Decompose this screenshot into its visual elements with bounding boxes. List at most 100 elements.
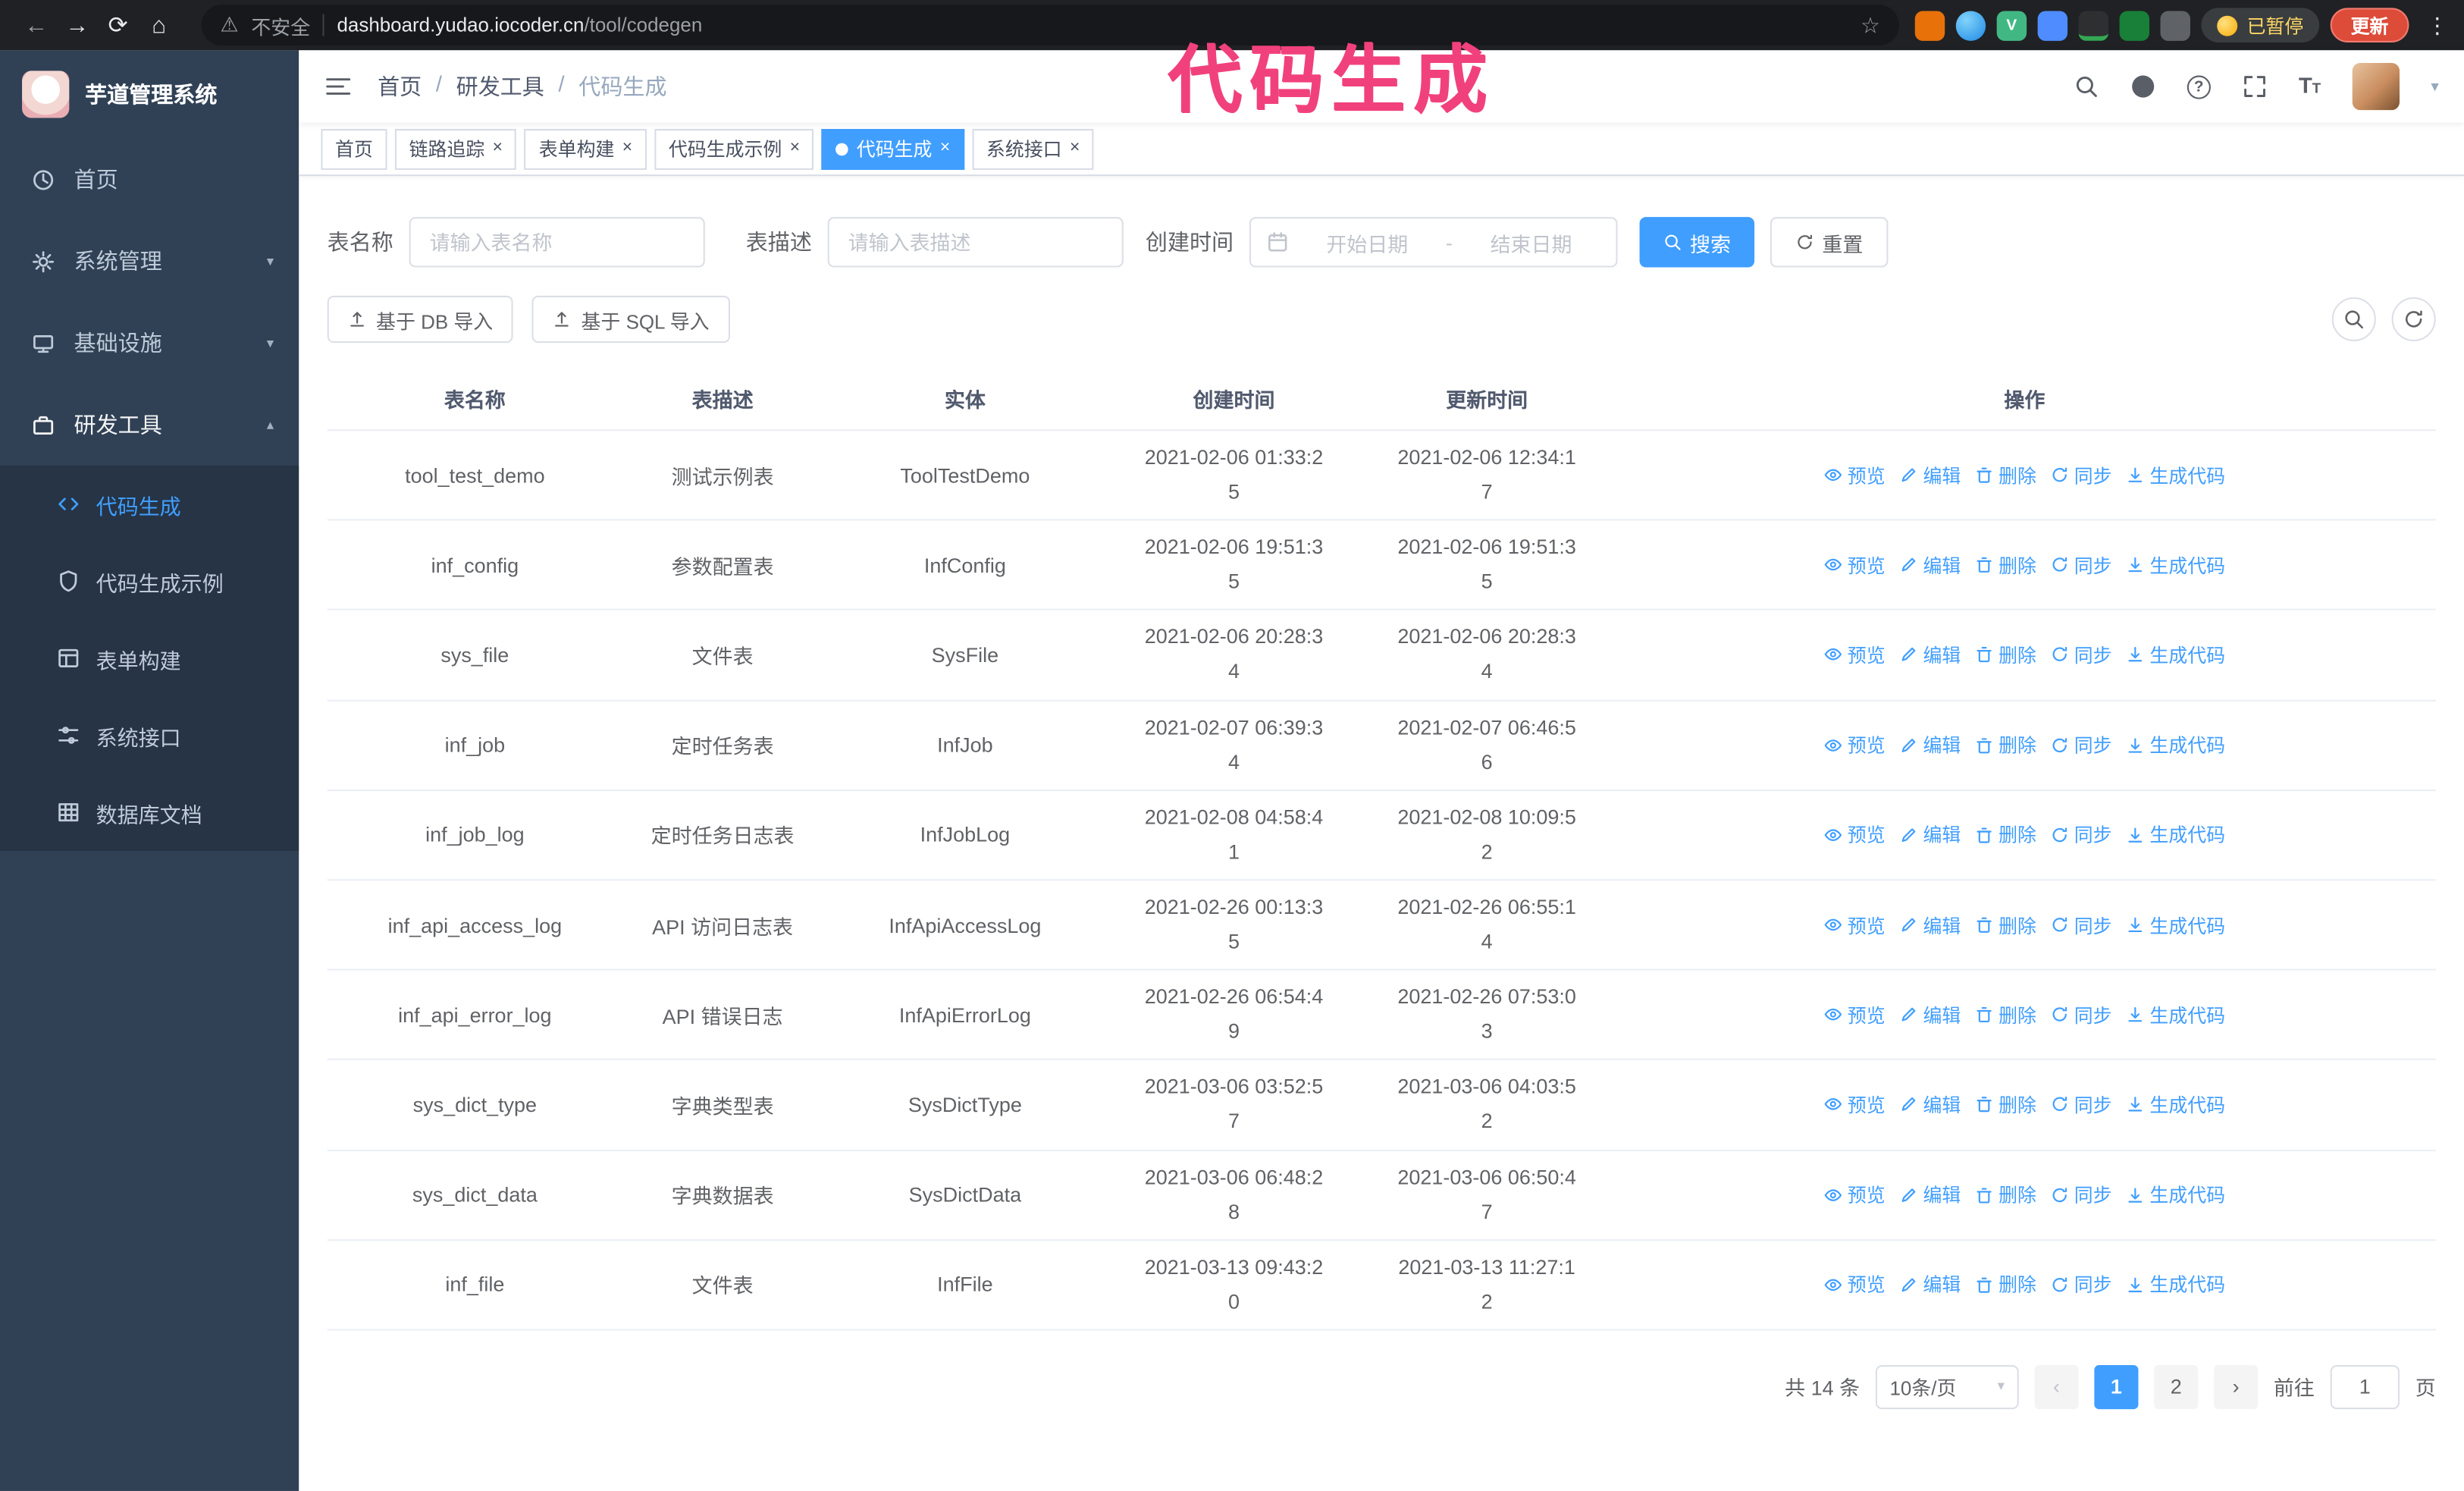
- table-desc-input[interactable]: [827, 217, 1124, 268]
- search-button[interactable]: 搜索: [1639, 217, 1755, 268]
- breadcrumb-dev-tools[interactable]: 研发工具: [456, 71, 544, 102]
- edit-link[interactable]: 编辑: [1899, 1271, 1961, 1298]
- caret-down-icon[interactable]: ▾: [2431, 78, 2438, 96]
- generate-code-link[interactable]: 生成代码: [2126, 1182, 2225, 1208]
- preview-link[interactable]: 预览: [1824, 821, 1886, 848]
- extension-icon[interactable]: [1955, 10, 1986, 40]
- github-icon[interactable]: [2130, 74, 2155, 99]
- back-icon[interactable]: ←: [16, 12, 57, 39]
- generate-code-link[interactable]: 生成代码: [2126, 1271, 2225, 1298]
- font-size-icon[interactable]: TT: [2299, 72, 2321, 100]
- sync-link[interactable]: 同步: [2051, 1182, 2112, 1208]
- sync-link[interactable]: 同步: [2051, 462, 2112, 488]
- search-icon[interactable]: [2074, 74, 2099, 99]
- sync-link[interactable]: 同步: [2051, 912, 2112, 938]
- forward-icon[interactable]: →: [57, 12, 98, 39]
- import-sql-button[interactable]: 基于 SQL 导入: [532, 295, 730, 344]
- sidebar-item-infrastructure[interactable]: 基础设施 ▾: [0, 302, 299, 384]
- edit-link[interactable]: 编辑: [1899, 1001, 1961, 1028]
- reload-icon[interactable]: ⟳: [98, 11, 139, 39]
- extension-icon[interactable]: [2160, 10, 2190, 40]
- edit-link[interactable]: 编辑: [1899, 912, 1961, 938]
- sidebar-item-db-docs[interactable]: 数据库文档: [0, 774, 299, 851]
- tab-codegen[interactable]: 代码生成 ×: [822, 128, 964, 169]
- url-bar[interactable]: ⚠ 不安全 dashboard.yudao.iocoder.cn/tool/co…: [201, 5, 1899, 46]
- delete-link[interactable]: 删除: [1975, 732, 2036, 758]
- tab-form-builder[interactable]: 表单构建 ×: [525, 128, 647, 169]
- edit-link[interactable]: 编辑: [1899, 1182, 1961, 1208]
- browser-menu-icon[interactable]: ⋮: [2426, 12, 2448, 39]
- tab-codegen-example[interactable]: 代码生成示例 ×: [654, 128, 814, 169]
- extension-icon[interactable]: [2037, 10, 2068, 40]
- generate-code-link[interactable]: 生成代码: [2126, 462, 2225, 488]
- delete-link[interactable]: 删除: [1975, 1001, 2036, 1028]
- extension-icon[interactable]: [2119, 10, 2149, 40]
- sidebar-item-system[interactable]: 系统管理 ▾: [0, 220, 299, 302]
- sidebar-item-codegen[interactable]: 代码生成: [0, 466, 299, 543]
- page-button-1[interactable]: 1: [2094, 1364, 2139, 1409]
- sidebar-item-system-api[interactable]: 系统接口: [0, 697, 299, 774]
- browser-update-button[interactable]: 更新: [2330, 8, 2409, 42]
- edit-link[interactable]: 编辑: [1899, 821, 1961, 848]
- page-button-2[interactable]: 2: [2154, 1364, 2199, 1409]
- date-range-picker[interactable]: 开始日期 - 结束日期: [1249, 217, 1618, 268]
- extension-icon[interactable]: [1914, 10, 1945, 40]
- tab-trace[interactable]: 链路追踪 ×: [394, 128, 517, 169]
- generate-code-link[interactable]: 生成代码: [2126, 1001, 2225, 1028]
- sync-link[interactable]: 同步: [2051, 1271, 2112, 1298]
- edit-link[interactable]: 编辑: [1899, 642, 1961, 668]
- delete-link[interactable]: 删除: [1975, 821, 2036, 848]
- generate-code-link[interactable]: 生成代码: [2126, 642, 2225, 668]
- sync-link[interactable]: 同步: [2051, 732, 2112, 758]
- tab-system-api[interactable]: 系统接口 ×: [972, 128, 1094, 169]
- refresh-table-button[interactable]: [2391, 297, 2436, 342]
- page-size-select[interactable]: 10条/页 ▾: [1875, 1364, 2019, 1409]
- generate-code-link[interactable]: 生成代码: [2126, 732, 2225, 758]
- preview-link[interactable]: 预览: [1824, 462, 1886, 488]
- generate-code-link[interactable]: 生成代码: [2126, 1091, 2225, 1118]
- sync-link[interactable]: 同步: [2051, 1001, 2112, 1028]
- edit-link[interactable]: 编辑: [1899, 551, 1961, 578]
- sync-link[interactable]: 同步: [2051, 821, 2112, 848]
- hamburger-icon[interactable]: [324, 72, 353, 100]
- user-avatar[interactable]: [2352, 62, 2400, 111]
- preview-link[interactable]: 预览: [1824, 1182, 1886, 1208]
- vue-devtools-icon[interactable]: V: [1996, 10, 2027, 40]
- preview-link[interactable]: 预览: [1824, 1271, 1886, 1298]
- close-icon[interactable]: ×: [940, 140, 950, 158]
- help-icon[interactable]: ?: [2187, 74, 2211, 99]
- import-db-button[interactable]: 基于 DB 导入: [327, 295, 514, 344]
- edit-link[interactable]: 编辑: [1899, 732, 1961, 758]
- sidebar-item-codegen-example[interactable]: 代码生成示例: [0, 542, 299, 620]
- preview-link[interactable]: 预览: [1824, 551, 1886, 578]
- sync-link[interactable]: 同步: [2051, 551, 2112, 578]
- sidebar-item-dev-tools[interactable]: 研发工具 ▴: [0, 384, 299, 466]
- tab-home[interactable]: 首页: [321, 128, 387, 169]
- home-icon[interactable]: ⌂: [139, 12, 180, 39]
- delete-link[interactable]: 删除: [1975, 1271, 2036, 1298]
- close-icon[interactable]: ×: [790, 140, 800, 158]
- preview-link[interactable]: 预览: [1824, 1091, 1886, 1118]
- edit-link[interactable]: 编辑: [1899, 1091, 1961, 1118]
- table-name-input[interactable]: [409, 217, 705, 268]
- delete-link[interactable]: 删除: [1975, 912, 2036, 938]
- sync-link[interactable]: 同步: [2051, 642, 2112, 668]
- generate-code-link[interactable]: 生成代码: [2126, 821, 2225, 848]
- next-page-button[interactable]: ›: [2214, 1364, 2259, 1409]
- extension-icon[interactable]: [2078, 10, 2108, 40]
- preview-link[interactable]: 预览: [1824, 1001, 1886, 1028]
- delete-link[interactable]: 删除: [1975, 1091, 2036, 1118]
- breadcrumb-home[interactable]: 首页: [378, 71, 422, 102]
- delete-link[interactable]: 删除: [1975, 551, 2036, 578]
- paused-badge[interactable]: 已暂停: [2201, 8, 2320, 42]
- preview-link[interactable]: 预览: [1824, 732, 1886, 758]
- goto-page-input[interactable]: [2330, 1364, 2400, 1409]
- sidebar-item-home[interactable]: 首页: [0, 138, 299, 220]
- close-icon[interactable]: ×: [622, 140, 632, 158]
- delete-link[interactable]: 删除: [1975, 642, 2036, 668]
- preview-link[interactable]: 预览: [1824, 642, 1886, 668]
- sync-link[interactable]: 同步: [2051, 1091, 2112, 1118]
- generate-code-link[interactable]: 生成代码: [2126, 551, 2225, 578]
- delete-link[interactable]: 删除: [1975, 1182, 2036, 1208]
- bookmark-star-icon[interactable]: ☆: [1861, 12, 1880, 39]
